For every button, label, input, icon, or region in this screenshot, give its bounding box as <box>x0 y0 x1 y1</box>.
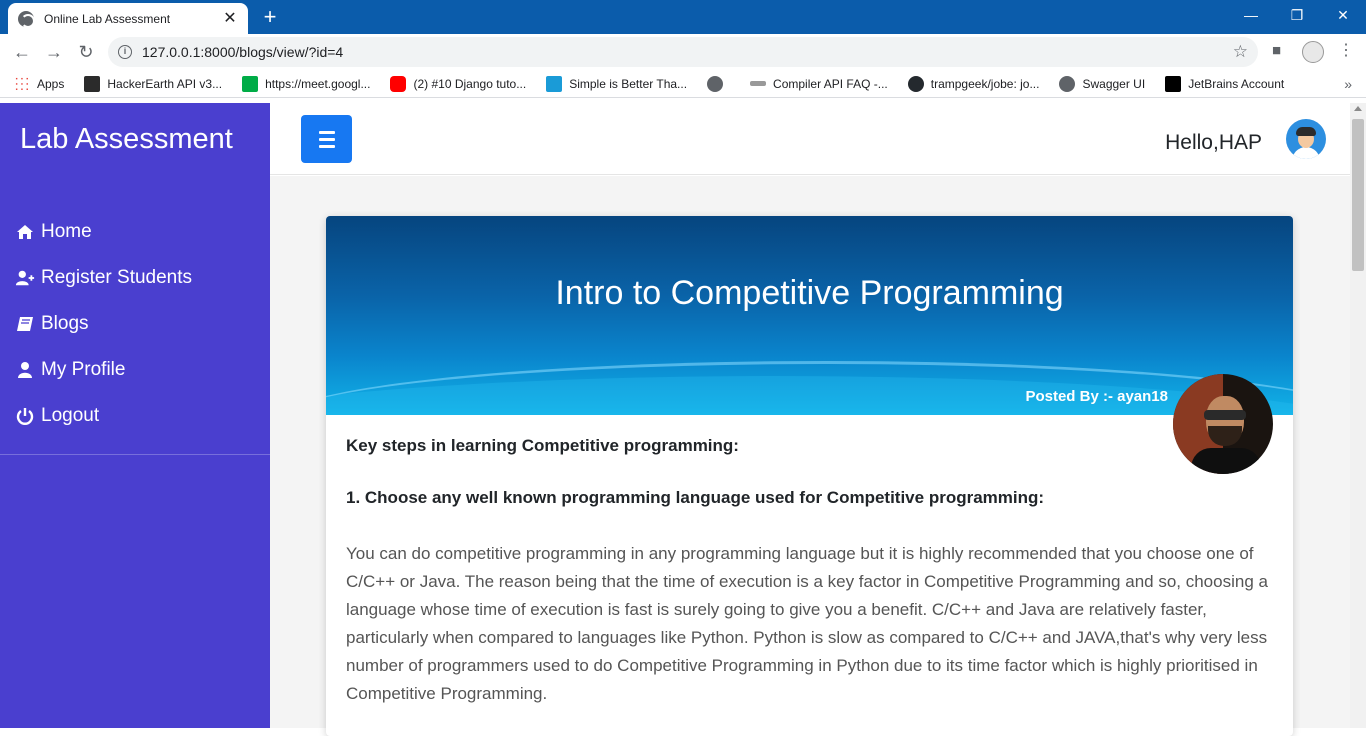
bookmark-google-meet[interactable]: https://meet.googl... <box>242 75 371 92</box>
blog-body: Key steps in learning Competitive progra… <box>346 434 1271 708</box>
address-bar[interactable]: i 127.0.0.1:8000/blogs/view/?id=4 ☆ <box>108 37 1258 67</box>
hackerearth-icon <box>84 75 101 92</box>
bookmark-compiler-api[interactable]: Compiler API FAQ -... <box>750 77 888 91</box>
back-arrow-icon[interactable]: ← <box>8 38 36 66</box>
scrollbar-thumb[interactable] <box>1352 119 1364 271</box>
page-scrollbar[interactable] <box>1350 103 1366 728</box>
home-icon <box>15 222 35 242</box>
browser-tab-strip: Online Lab Assessment ✕ + — ❐ ✕ <box>0 0 1366 34</box>
posted-by-label: Posted By :- ayan18 <box>1025 388 1168 405</box>
browser-tab[interactable]: Online Lab Assessment ✕ <box>8 3 248 34</box>
browser-profile-avatar[interactable] <box>1302 41 1324 63</box>
avatar-body <box>1292 147 1320 159</box>
reload-icon[interactable]: ↻ <box>72 38 100 66</box>
close-icon[interactable]: ✕ <box>222 10 238 27</box>
browser-menu-icon[interactable]: ⋮ <box>1338 40 1354 60</box>
blog-subheading: 1. Choose any well known programming lan… <box>346 488 1045 507</box>
avatar-hair <box>1296 127 1316 136</box>
avatar-shirt <box>1191 448 1261 474</box>
sidebar-item-label: Register Students <box>41 267 193 288</box>
bookmark-label: trampgeek/jobe: jo... <box>930 76 1040 91</box>
bookmark-label: Apps <box>37 76 65 91</box>
bookmark-label: Simple is Better Tha... <box>569 76 688 91</box>
bookmark-globe[interactable] <box>707 75 730 92</box>
jetbrains-icon <box>1165 75 1182 92</box>
user-avatar[interactable] <box>1286 119 1326 159</box>
bookmark-apps[interactable]: Apps <box>14 75 65 92</box>
bookmark-label: JetBrains Account <box>1188 76 1285 91</box>
window-close-button[interactable]: ✕ <box>1320 0 1366 30</box>
sidebar-item-label: Home <box>41 221 92 242</box>
blog-paragraph: You can do competitive programming in an… <box>346 544 1268 703</box>
youtube-icon <box>390 75 407 92</box>
hamburger-icon <box>318 144 335 148</box>
bookmark-label: Swagger UI <box>1082 76 1146 91</box>
blog-heading: Key steps in learning Competitive progra… <box>346 436 739 455</box>
avatar-sunglasses <box>1204 410 1246 420</box>
bookmark-youtube[interactable]: (2) #10 Django tuto... <box>390 75 527 92</box>
sidebar-item-label: My Profile <box>41 359 126 380</box>
restore-button[interactable]: ❐ <box>1274 0 1320 30</box>
globe-icon <box>18 10 35 28</box>
blog-post-card: Intro to Competitive Programming Posted … <box>326 216 1293 736</box>
scroll-up-arrow-icon[interactable] <box>1354 106 1362 111</box>
url-text[interactable]: 127.0.0.1:8000/blogs/view/?id=4 <box>142 44 343 60</box>
app-header: Hello,HAP <box>270 103 1350 175</box>
sidebar-toggle-button[interactable] <box>301 115 352 163</box>
book-icon <box>15 314 35 334</box>
sidebar-item-logout[interactable]: Logout <box>0 393 270 439</box>
blog-title: Intro to Competitive Programming <box>555 274 1064 312</box>
bookmark-label: Compiler API FAQ -... <box>773 76 888 91</box>
user-icon <box>15 360 35 380</box>
hamburger-icon <box>318 130 335 134</box>
bookmark-simple-is-better[interactable]: Simple is Better Tha... <box>546 75 688 92</box>
apps-grid-icon <box>14 75 30 92</box>
github-icon <box>907 75 924 92</box>
minimize-button[interactable]: — <box>1228 0 1274 30</box>
bookmark-star-icon[interactable]: ☆ <box>1233 42 1248 62</box>
bookmark-label: https://meet.googl... <box>265 76 371 91</box>
user-plus-icon <box>15 268 35 288</box>
sidebar-divider <box>0 454 270 455</box>
forward-arrow-icon[interactable]: → <box>40 38 68 66</box>
sidebar-nav: Home Register Students Blogs My Profile … <box>0 209 270 439</box>
hamburger-icon <box>318 137 335 141</box>
user-greeting: Hello,HAP <box>1165 131 1262 154</box>
bookmarks-bar: Apps HackerEarth API v3... https://meet.… <box>0 70 1366 98</box>
sidebar-item-my-profile[interactable]: My Profile <box>0 347 270 393</box>
blog-banner: Intro to Competitive Programming Posted … <box>326 216 1293 415</box>
bookmarks-overflow-button[interactable]: » <box>1344 76 1352 92</box>
bookmark-label: (2) #10 Django tuto... <box>413 76 527 91</box>
sidebar-item-label: Logout <box>41 405 100 426</box>
compiler-icon <box>750 81 767 86</box>
simple-better-icon <box>546 75 563 92</box>
brand-title[interactable]: Lab Assessment <box>20 123 233 156</box>
bookmark-swagger[interactable]: Swagger UI <box>1059 75 1146 92</box>
info-icon[interactable]: i <box>118 45 132 59</box>
bookmark-jetbrains[interactable]: JetBrains Account <box>1165 75 1285 92</box>
sidebar-item-blogs[interactable]: Blogs <box>0 301 270 347</box>
sidebar-item-label: Blogs <box>41 313 89 334</box>
new-tab-button[interactable]: + <box>258 5 282 29</box>
author-avatar <box>1173 374 1273 474</box>
google-meet-icon <box>242 75 259 92</box>
tab-title: Online Lab Assessment <box>44 11 171 26</box>
sidebar: Lab Assessment Home Register Students Bl… <box>0 103 270 728</box>
bookmark-hackerearth[interactable]: HackerEarth API v3... <box>84 75 223 92</box>
bookmark-github-jobe[interactable]: trampgeek/jobe: jo... <box>907 75 1040 92</box>
bookmark-label: HackerEarth API v3... <box>107 76 223 91</box>
sidebar-item-home[interactable]: Home <box>0 209 270 255</box>
power-icon <box>15 406 35 426</box>
extensions-puzzle-icon[interactable]: ■ <box>1272 42 1281 59</box>
globe-icon <box>707 75 724 92</box>
browser-toolbar: ← → ↻ i 127.0.0.1:8000/blogs/view/?id=4 … <box>0 34 1366 70</box>
sidebar-item-register-students[interactable]: Register Students <box>0 255 270 301</box>
swagger-icon <box>1059 75 1076 92</box>
